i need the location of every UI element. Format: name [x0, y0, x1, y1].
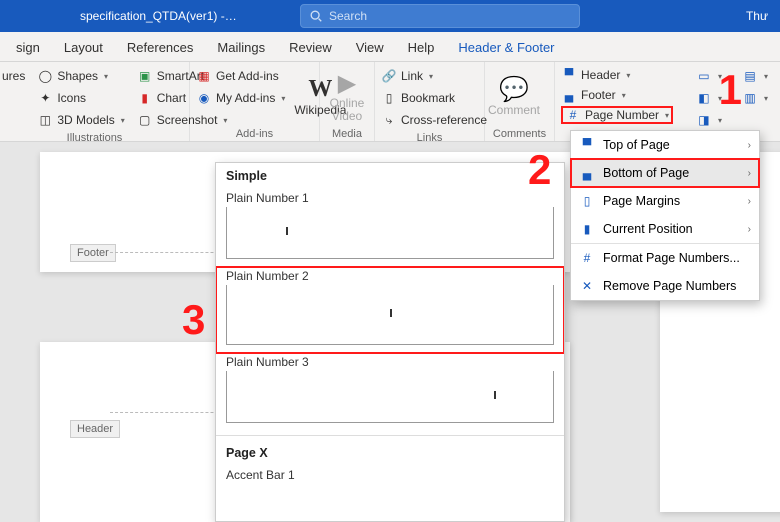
menu-current-position[interactable]: ▮Current Position› — [571, 215, 759, 243]
misc-button-5[interactable]: ▥▾ — [742, 88, 768, 108]
remove-icon: ✕ — [579, 278, 595, 294]
store-icon: ▦ — [196, 68, 212, 84]
gallery-plain-number-2[interactable]: Plain Number 2 — [216, 267, 564, 353]
tab-header-footer[interactable]: Header & Footer — [446, 34, 566, 61]
link-icon: 🔗 — [381, 68, 397, 84]
callout-3: 3 — [182, 296, 205, 344]
footer-button[interactable]: ▄Footer▾ — [561, 86, 673, 104]
shapes-icon: ◯ — [37, 68, 53, 84]
tab-references[interactable]: References — [115, 34, 205, 61]
gallery-section-pagex: Page X — [216, 440, 564, 466]
chevron-right-icon: › — [748, 224, 751, 235]
xref-icon: ⤷ — [381, 112, 397, 128]
chart-icon: ▮ — [137, 90, 153, 106]
footer-icon: ▄ — [561, 87, 577, 103]
menu-bottom-of-page[interactable]: ▄Bottom of Page› — [571, 159, 759, 187]
bookmark-button[interactable]: ▯Bookmark — [381, 88, 487, 108]
title-bar: specification_QTDA(ver1) -… Search Thư — [0, 0, 780, 32]
tab-help[interactable]: Help — [396, 34, 447, 61]
search-icon — [309, 9, 323, 23]
page-top-icon: ▀ — [579, 137, 595, 153]
footer-tag: Footer — [70, 244, 116, 262]
page-bottom-icon: ▄ — [579, 165, 595, 181]
pictures-stub[interactable]: ures — [2, 66, 25, 86]
doc-title: specification_QTDA(ver1) -… — [80, 9, 290, 23]
ribbon-tabs: sign Layout References Mailings Review V… — [0, 32, 780, 62]
callout-2: 2 — [528, 146, 551, 194]
page-cursor-icon: ▮ — [579, 221, 595, 237]
video-icon: ▶ — [338, 69, 356, 97]
page-number-gallery: Simple Plain Number 1 Plain Number 2 Pla… — [215, 162, 565, 522]
screenshot-icon: ▢ — [137, 112, 153, 128]
bookmark-icon: ▯ — [381, 90, 397, 106]
comment-icon: 💬 — [499, 75, 529, 103]
tab-mailings[interactable]: Mailings — [205, 34, 277, 61]
get-addins-button[interactable]: ▦Get Add-ins — [196, 66, 285, 86]
group-label: Media — [320, 126, 374, 142]
misc-button-4[interactable]: ▤▾ — [742, 66, 768, 86]
chevron-right-icon: › — [748, 140, 751, 151]
search-placeholder: Search — [329, 9, 367, 23]
search-box[interactable]: Search — [300, 4, 580, 28]
my-addins-button[interactable]: ◉My Add-ins▾ — [196, 88, 285, 108]
header-icon: ▀ — [561, 67, 577, 83]
online-video-button[interactable]: ▶ Online Video — [320, 66, 374, 126]
header-button[interactable]: ▀Header▾ — [561, 66, 673, 84]
3dmodels-button[interactable]: ◫3D Models▾ — [37, 110, 124, 130]
icons-button[interactable]: ✦Icons — [37, 88, 124, 108]
tab-review[interactable]: Review — [277, 34, 344, 61]
header-tag: Header — [70, 420, 120, 438]
chevron-right-icon: › — [748, 168, 751, 179]
menu-top-of-page[interactable]: ▀Top of Page› — [571, 131, 759, 159]
page-number-button[interactable]: #Page Number▾ — [561, 106, 673, 124]
pagenum-icon: # — [565, 107, 581, 123]
menu-remove-page-numbers[interactable]: ✕Remove Page Numbers — [571, 272, 759, 300]
menu-format-page-numbers[interactable]: #Format Page Numbers... — [571, 243, 759, 272]
tab-view[interactable]: View — [344, 34, 396, 61]
format-icon: # — [579, 250, 595, 266]
smartart-icon: ▣ — [137, 68, 153, 84]
page-margins-icon: ▯ — [579, 193, 595, 209]
comment-button[interactable]: 💬 Comment — [485, 66, 543, 126]
gallery-plain-number-3[interactable]: Plain Number 3 — [216, 353, 564, 431]
page-number-menu: ▀Top of Page› ▄Bottom of Page› ▯Page Mar… — [570, 130, 760, 301]
group-illustrations: ures ◯Shapes▾ ✦Icons ◫3D Models▾ ▣SmartA… — [0, 62, 190, 141]
gallery-plain-number-1[interactable]: Plain Number 1 — [216, 189, 564, 267]
group-media: ▶ Online Video Media — [320, 62, 375, 141]
user-name[interactable]: Thư — [746, 9, 768, 23]
tab-layout[interactable]: Layout — [52, 34, 115, 61]
group-links: 🔗Link▾ ▯Bookmark ⤷Cross-reference Links — [375, 62, 485, 141]
icons-icon: ✦ — [37, 90, 53, 106]
callout-1: 1 — [719, 66, 742, 114]
group-label: Add-ins — [190, 126, 319, 142]
menu-page-margins[interactable]: ▯Page Margins› — [571, 187, 759, 215]
gallery-accent-bar-1[interactable]: Accent Bar 1 — [216, 466, 564, 492]
group-label: Comments — [485, 126, 554, 142]
group-addins: ▦Get Add-ins ◉My Add-ins▾ W Wikipedia Ad… — [190, 62, 320, 141]
shapes-button[interactable]: ◯Shapes▾ — [37, 66, 124, 86]
group-comments: 💬 Comment Comments — [485, 62, 555, 141]
addins-icon: ◉ — [196, 90, 212, 106]
xref-button[interactable]: ⤷Cross-reference — [381, 110, 487, 130]
tab-design[interactable]: sign — [4, 34, 52, 61]
link-button[interactable]: 🔗Link▾ — [381, 66, 487, 86]
chevron-right-icon: › — [748, 196, 751, 207]
gallery-section-simple: Simple — [216, 163, 564, 189]
cube-icon: ◫ — [37, 112, 53, 128]
